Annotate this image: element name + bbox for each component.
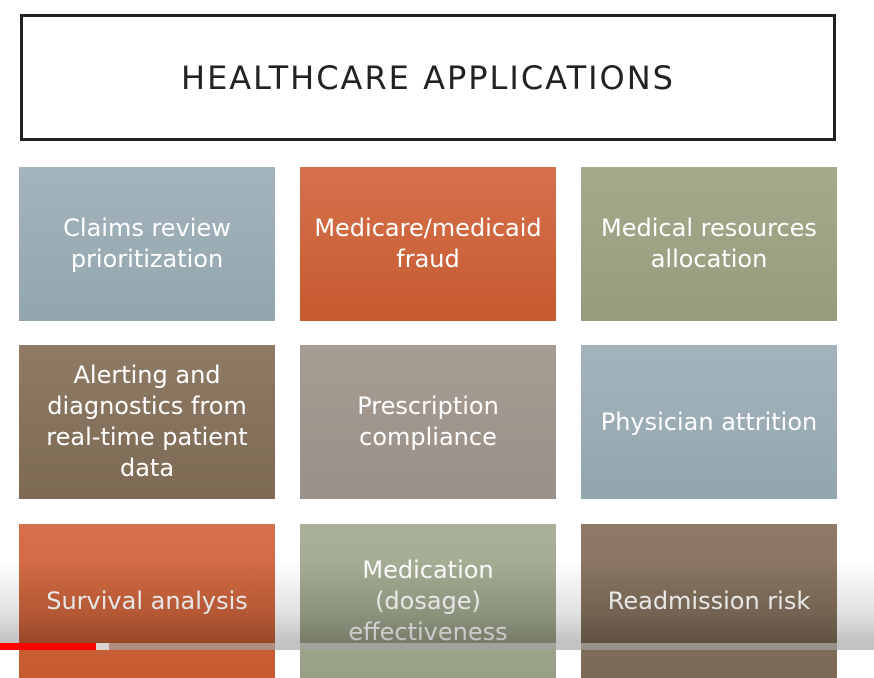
tile-survival-analysis: Survival analysis (19, 524, 275, 678)
video-played-bar (0, 643, 97, 650)
tile-label: Medical resources allocation (601, 214, 817, 273)
tile-prescription-compliance: Prescription compliance (300, 345, 556, 499)
tile-label: Alerting and diagnostics from real-time … (46, 361, 248, 482)
slide-title-box: HEALTHCARE APPLICATIONS (20, 14, 836, 141)
tile-label: Medication (dosage) effectiveness (348, 555, 508, 646)
slide-title: HEALTHCARE APPLICATIONS (181, 58, 675, 97)
tile-medicare-fraud: Medicare/medicaid fraud (300, 167, 556, 321)
tile-label: Prescription compliance (357, 392, 499, 451)
tile-label: Readmission risk (607, 586, 811, 615)
tile-physician-attrition: Physician attrition (581, 345, 837, 499)
tile-label: Survival analysis (46, 586, 248, 615)
tile-readmission-risk: Readmission risk (581, 524, 837, 678)
tile-label: Claims review prioritization (63, 214, 231, 273)
tile-medication-effectiveness: Medication (dosage) effectiveness (300, 524, 556, 678)
tile-medical-resources: Medical resources allocation (581, 167, 837, 321)
tile-alerting-diagnostics: Alerting and diagnostics from real-time … (19, 345, 275, 499)
tile-label: Medicare/medicaid fraud (314, 214, 542, 273)
tile-claims-review: Claims review prioritization (19, 167, 275, 321)
tile-label: Physician attrition (600, 407, 818, 436)
video-progress-bar[interactable] (0, 643, 874, 650)
